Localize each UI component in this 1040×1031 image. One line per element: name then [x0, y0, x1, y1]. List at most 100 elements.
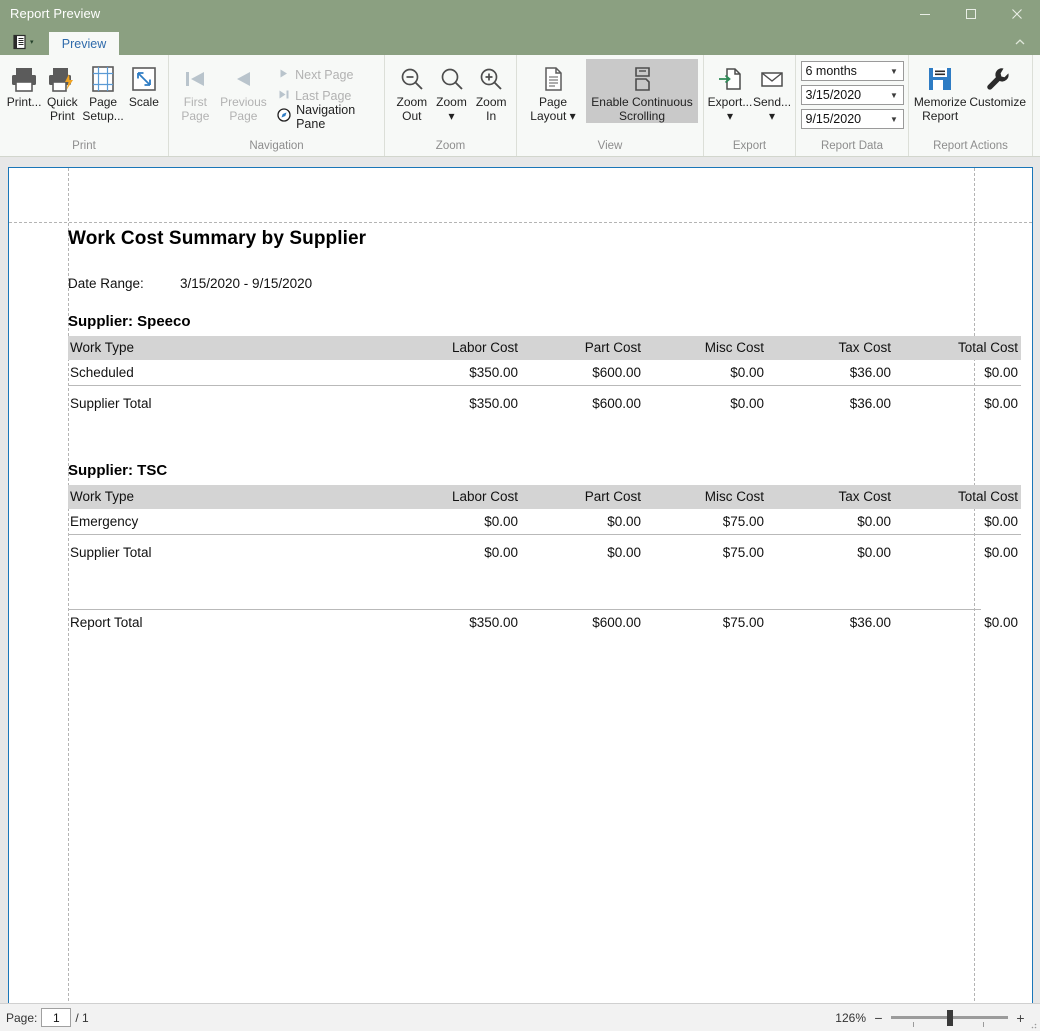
enable-continuous-scrolling-button[interactable]: Enable Continuous Scrolling: [586, 59, 698, 123]
scale-button[interactable]: Scale: [125, 59, 163, 110]
navigation-pane-button-label: Navigation Pane: [296, 102, 356, 131]
cell-work-type: Scheduled: [68, 360, 398, 386]
ribbon: Print... Quick Print Page Setup... Scale…: [0, 55, 1040, 157]
column-header-labor-cost: Labor Cost: [398, 485, 521, 509]
close-button[interactable]: [994, 0, 1040, 28]
zoom-percent-label: 126%: [835, 1010, 866, 1025]
column-header-tax-cost: Tax Cost: [767, 336, 894, 360]
cell-work-type: Emergency: [68, 509, 398, 535]
resize-grip[interactable]: [1027, 1018, 1037, 1029]
cell-supplier-total-misc: $75.00: [722, 545, 764, 560]
zoom-in-icon: [477, 62, 505, 96]
page-count-label: / 1: [75, 1010, 89, 1025]
cell-report-total-part: $600.00: [592, 615, 641, 630]
minimize-button[interactable]: [902, 0, 948, 28]
margin-guide-top: [9, 222, 1032, 223]
cell-supplier-total-label: Supplier Total: [70, 545, 152, 560]
print-button-label: Print...: [6, 95, 42, 109]
cell-total-cost: $0.00: [894, 360, 1021, 386]
zoom-slider[interactable]: [891, 1009, 1008, 1027]
ribbon-group-zoom-label: Zoom: [435, 140, 466, 152]
next-page-button[interactable]: Next Page: [272, 64, 379, 85]
zoom-dropdown-button-label: Zoom ▾: [436, 95, 467, 123]
date-range-label: Date Range:: [68, 276, 144, 291]
chevron-down-icon[interactable]: ▼: [886, 86, 903, 104]
export-button[interactable]: Export... ▾: [708, 59, 752, 123]
chevron-down-icon[interactable]: ▼: [886, 62, 903, 80]
end-date-combo[interactable]: 9/15/2020 ▼: [800, 109, 904, 129]
export-icon: [716, 62, 744, 96]
send-button[interactable]: Send... ▾: [752, 59, 792, 123]
previous-page-button-label: Previous Page: [220, 95, 267, 123]
report-page: Work Cost Summary by Supplier Date Range…: [8, 167, 1033, 1003]
print-button[interactable]: Print...: [5, 59, 43, 110]
navigation-pane-button[interactable]: Navigation Pane: [272, 103, 379, 131]
supplier-heading: Supplier: Speeco: [68, 313, 191, 330]
page-setup-icon: [88, 62, 118, 96]
supplier-total-row: Supplier Total $350.00 $600.00 $0.00 $36…: [68, 386, 1021, 417]
title-bar: Report Preview: [0, 0, 1040, 28]
zoom-decrease-button[interactable]: −: [873, 1011, 884, 1025]
cell-part-cost: $600.00: [521, 360, 644, 386]
send-mail-icon: [758, 62, 786, 96]
cell-labor-cost: $0.00: [398, 509, 521, 535]
zoom-in-button[interactable]: Zoom In: [471, 59, 511, 123]
page-label: Page:: [6, 1010, 38, 1025]
ribbon-group-export: Export... ▾ Send... ▾ Export: [704, 55, 796, 156]
ribbon-group-report-data-label: Report Data: [820, 140, 883, 152]
column-header-part-cost: Part Cost: [521, 485, 644, 509]
date-range-value: 3/15/2020 - 9/15/2020: [180, 276, 313, 291]
memorize-report-button[interactable]: Memorize Report: [912, 59, 968, 123]
customize-button[interactable]: Customize: [968, 59, 1027, 110]
zoom-increase-button[interactable]: +: [1015, 1011, 1026, 1025]
printer-icon: [9, 62, 39, 96]
enable-continuous-scrolling-label: Enable Continuous Scrolling: [591, 95, 693, 123]
cell-report-total-label: Report Total: [70, 615, 143, 630]
customize-button-label: Customize: [969, 95, 1026, 109]
table-header-row: Work Type Labor Cost Part Cost Misc Cost…: [68, 336, 1021, 360]
cell-labor-cost: $350.00: [398, 360, 521, 386]
ribbon-group-view-label: View: [597, 140, 623, 152]
save-floppy-icon: [925, 62, 955, 96]
quick-print-button[interactable]: Quick Print: [43, 59, 81, 123]
page-layout-icon: [539, 62, 567, 96]
scale-icon: [129, 62, 159, 96]
ribbon-group-export-label: Export: [732, 140, 767, 152]
page-setup-button[interactable]: Page Setup...: [81, 59, 124, 123]
column-header-labor-cost: Labor Cost: [398, 336, 521, 360]
cell-misc-cost: $0.00: [644, 360, 767, 386]
zoom-dropdown-button[interactable]: Zoom ▾: [432, 59, 472, 123]
zoom-slider-tick: [983, 1021, 984, 1027]
quick-access-toolbar[interactable]: ▾: [12, 31, 34, 53]
previous-page-icon: [229, 62, 257, 96]
cell-supplier-total-label: Supplier Total: [70, 396, 152, 411]
page-layout-button[interactable]: Page Layout ▾: [523, 59, 583, 123]
cell-report-total-misc: $75.00: [722, 615, 764, 630]
ribbon-group-report-actions: Memorize Report Customize Report Actions: [909, 55, 1033, 156]
first-page-button[interactable]: First Page: [174, 59, 217, 123]
zoom-out-button[interactable]: Zoom Out: [392, 59, 432, 123]
next-page-button-label: Next Page: [295, 67, 354, 82]
tab-preview-label: Preview: [61, 36, 107, 51]
quick-print-button-label: Quick Print: [46, 95, 78, 123]
cell-report-total-total: $0.00: [984, 615, 1018, 630]
compass-icon: [277, 108, 291, 125]
memorize-report-label: Memorize Report: [913, 95, 967, 123]
maximize-button[interactable]: [948, 0, 994, 28]
end-date-combo-value: 9/15/2020: [805, 112, 862, 126]
report-icon: [12, 34, 28, 50]
preview-canvas[interactable]: Work Cost Summary by Supplier Date Range…: [0, 157, 1040, 1003]
collapse-ribbon-button[interactable]: [1010, 32, 1030, 52]
period-combo[interactable]: 6 months ▼: [800, 61, 904, 81]
previous-page-button[interactable]: Previous Page: [217, 59, 270, 123]
cell-supplier-total-total: $0.00: [984, 545, 1018, 560]
cell-supplier-total-labor: $350.00: [469, 396, 518, 411]
wrench-icon: [983, 62, 1013, 96]
column-header-part-cost: Part Cost: [521, 336, 644, 360]
tab-preview[interactable]: Preview: [49, 32, 119, 55]
page-number-input[interactable]: 1: [41, 1008, 72, 1027]
quick-print-icon: [47, 62, 77, 96]
chevron-down-icon[interactable]: ▼: [886, 110, 903, 128]
start-date-combo[interactable]: 3/15/2020 ▼: [800, 85, 904, 105]
zoom-slider-handle[interactable]: [947, 1009, 953, 1026]
